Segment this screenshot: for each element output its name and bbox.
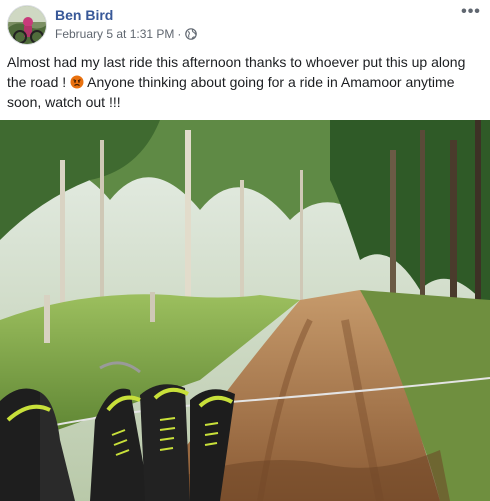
post-body-text: Almost had my last ride this afternoon t… [7, 52, 483, 112]
post-meta: February 5 at 1:31 PM · [55, 27, 198, 41]
globe-icon[interactable] [185, 28, 198, 40]
more-options-icon[interactable]: ••• [458, 2, 484, 22]
author-name-link[interactable]: Ben Bird [55, 7, 113, 23]
post-header: Ben Bird February 5 at 1:31 PM · ••• [0, 0, 490, 50]
post-timestamp-link[interactable]: February 5 at 1:31 PM [55, 27, 174, 41]
facebook-post: Ben Bird February 5 at 1:31 PM · ••• Alm… [0, 0, 490, 501]
angry-face-emoji-icon [70, 74, 84, 89]
post-photo[interactable] [0, 120, 490, 501]
meta-separator: · [177, 27, 182, 41]
author-avatar[interactable] [7, 5, 47, 45]
